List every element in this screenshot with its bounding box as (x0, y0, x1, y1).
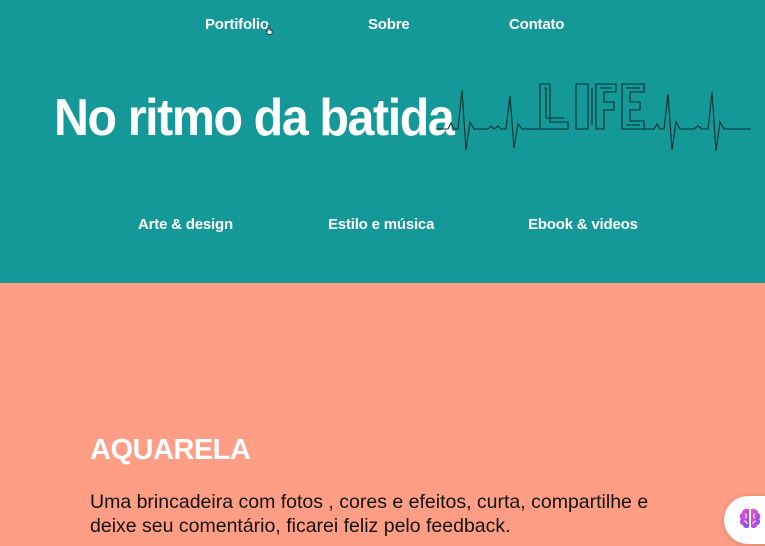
category-link-estilo-musica[interactable]: Estilo e música (328, 216, 434, 233)
nav-link-portifolio[interactable]: Portifolio (205, 16, 269, 33)
hand-cursor-icon (266, 25, 273, 35)
section-title: AQUARELA (90, 434, 251, 466)
nav-link-contato[interactable]: Contato (509, 16, 564, 33)
category-link-ebook-videos[interactable]: Ebook & videos (528, 216, 638, 233)
category-link-arte-design[interactable]: Arte & design (138, 216, 233, 233)
hero-banner: Portifolio Sobre Contato No ritmo da bat… (0, 0, 765, 283)
heartbeat-life-logo (436, 83, 751, 152)
section-description: Uma brincadeira com fotos , cores e efei… (90, 491, 649, 537)
nav-link-sobre[interactable]: Sobre (368, 16, 410, 33)
hero-title: No ritmo da batida (54, 89, 455, 147)
brain-icon (739, 508, 761, 529)
assistant-widget-button[interactable] (724, 496, 765, 544)
